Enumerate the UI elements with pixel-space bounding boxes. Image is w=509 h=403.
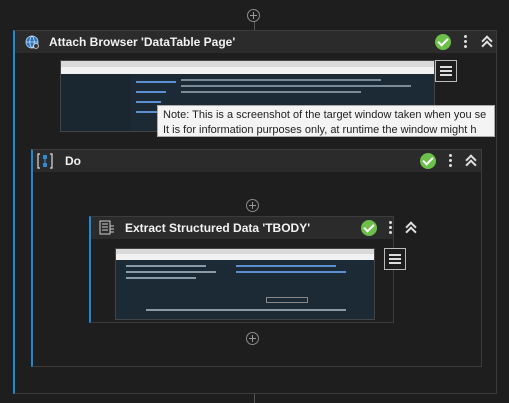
tooltip-line-2: It is for information purposes only, at …	[163, 124, 477, 136]
tooltip-line-1: Note: This is a screenshot of the target…	[163, 109, 487, 121]
screenshot-options-icon[interactable]	[384, 248, 406, 270]
add-activity-button[interactable]	[246, 332, 259, 345]
more-options-icon[interactable]	[449, 154, 453, 168]
collapse-icon[interactable]	[465, 154, 477, 166]
more-options-icon[interactable]	[464, 35, 468, 49]
validation-check-icon	[435, 34, 451, 50]
sequence-icon	[37, 153, 53, 169]
extract-data-icon	[99, 220, 114, 235]
extract-data-header[interactable]: Extract Structured Data 'TBODY'	[91, 217, 393, 239]
extract-structured-data-activity[interactable]: Extract Structured Data 'TBODY'	[89, 216, 406, 323]
collapse-icon[interactable]	[481, 35, 493, 47]
collapse-icon[interactable]	[405, 221, 417, 233]
do-sequence-header[interactable]: Do	[33, 150, 481, 172]
more-options-icon[interactable]	[389, 221, 393, 235]
attach-browser-title: Attach Browser 'DataTable Page'	[49, 35, 236, 49]
screenshot-note-tooltip: Note: This is a screenshot of the target…	[157, 105, 495, 137]
connector-line	[254, 394, 255, 403]
do-sequence-activity[interactable]: Do Extract Structured Data 'TBODY'	[31, 149, 482, 367]
connector-line	[254, 22, 255, 30]
target-element-screenshot	[115, 248, 375, 320]
browser-globe-icon	[25, 35, 39, 49]
attach-browser-header[interactable]: Attach Browser 'DataTable Page'	[15, 31, 496, 53]
validation-check-icon	[420, 153, 436, 169]
do-sequence-title: Do	[65, 154, 81, 168]
attach-browser-activity[interactable]: Attach Browser 'DataTable Page' Do Extra…	[13, 30, 497, 394]
extract-data-title: Extract Structured Data 'TBODY'	[125, 221, 311, 235]
add-activity-top-button[interactable]	[247, 9, 260, 22]
validation-check-icon	[361, 220, 377, 236]
screenshot-options-icon[interactable]	[435, 60, 457, 82]
add-activity-button[interactable]	[246, 199, 259, 212]
